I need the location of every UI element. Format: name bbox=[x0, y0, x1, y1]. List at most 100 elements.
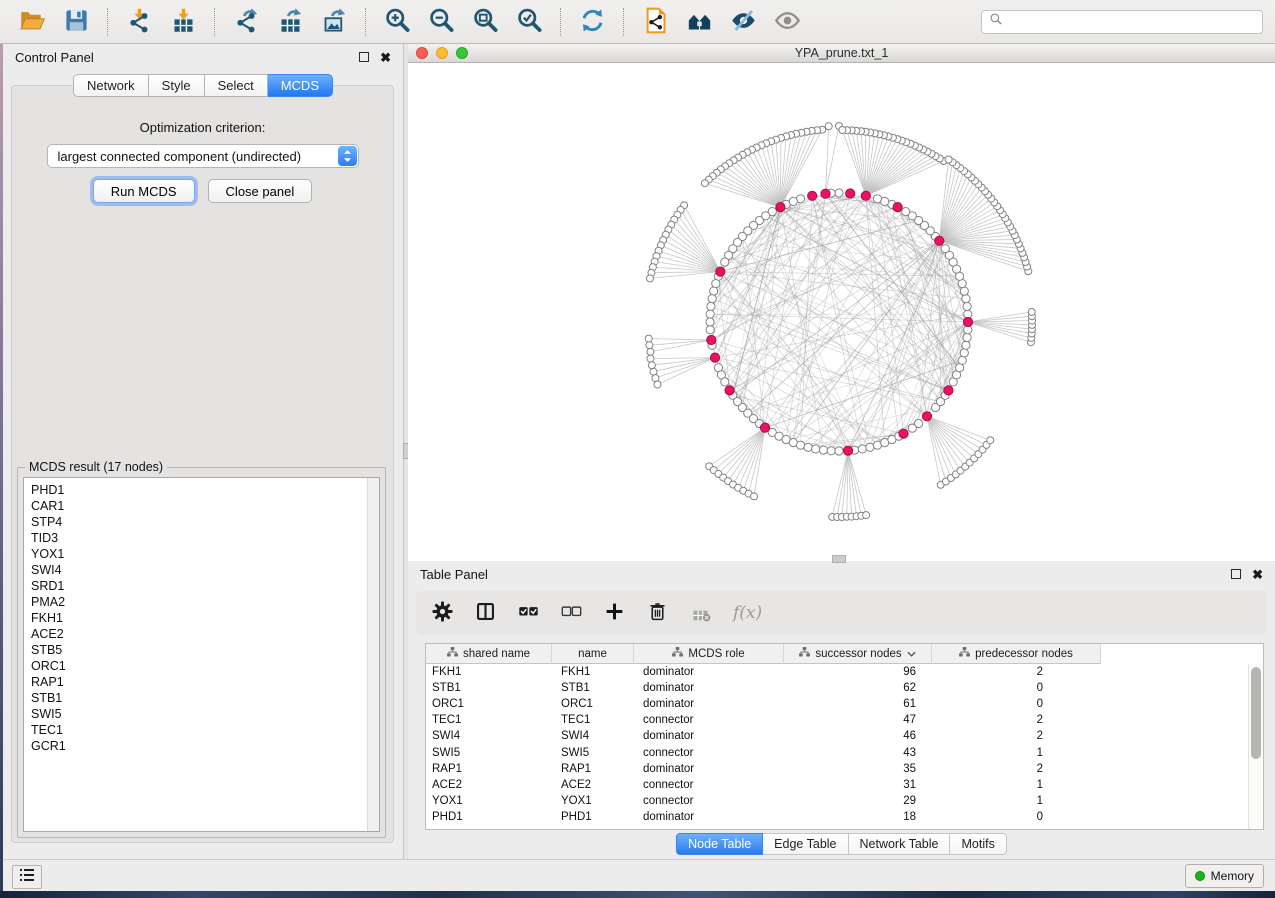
table-scrollbar[interactable] bbox=[1248, 664, 1263, 829]
mcds-result-item[interactable]: TID3 bbox=[31, 530, 365, 546]
table-row[interactable]: ORC1ORC1dominator610 bbox=[426, 696, 1263, 712]
mcds-result-item[interactable]: ORC1 bbox=[31, 658, 365, 674]
table-toolbar: f(x) bbox=[416, 591, 1267, 635]
table-cell: 43 bbox=[784, 747, 932, 759]
show-all-button[interactable] bbox=[767, 5, 807, 39]
search-box[interactable] bbox=[981, 10, 1263, 34]
table-cell: 18 bbox=[784, 811, 932, 823]
mcds-result-item[interactable]: PMA2 bbox=[31, 594, 365, 610]
tab-edge-table[interactable]: Edge Table bbox=[763, 833, 848, 855]
column-header-predecessor-nodes[interactable]: predecessor nodes bbox=[932, 644, 1101, 664]
mcds-result-item[interactable]: SWI4 bbox=[31, 562, 365, 578]
task-history-button[interactable] bbox=[12, 865, 42, 889]
memory-button[interactable]: Memory bbox=[1185, 864, 1264, 888]
search-input[interactable] bbox=[1008, 14, 1255, 30]
run-mcds-button[interactable]: Run MCDS bbox=[93, 179, 195, 203]
mcds-result-item[interactable]: CAR1 bbox=[31, 498, 365, 514]
add-row-button[interactable] bbox=[604, 601, 625, 625]
save-session-button[interactable] bbox=[56, 5, 96, 39]
tab-select[interactable]: Select bbox=[205, 74, 268, 97]
table-cell: PHD1 bbox=[552, 811, 634, 823]
hide-selected-button[interactable] bbox=[723, 5, 763, 39]
tab-mcds[interactable]: MCDS bbox=[268, 74, 333, 97]
zoom-selected-button[interactable] bbox=[509, 5, 549, 39]
horizontal-splitter-handle[interactable] bbox=[832, 555, 846, 563]
network-window-title: YPA_prune.txt_1 bbox=[408, 46, 1275, 60]
table-row[interactable]: YOX1YOX1connector291 bbox=[426, 793, 1263, 809]
apply-layout-button[interactable] bbox=[572, 5, 612, 39]
toolbar-separator bbox=[623, 8, 624, 36]
mcds-result-list[interactable]: PHD1CAR1STP4TID3YOX1SWI4SRD1PMA2FKH1ACE2… bbox=[23, 477, 380, 832]
mcds-result-item[interactable]: YOX1 bbox=[31, 546, 365, 562]
export-network-button[interactable] bbox=[226, 5, 266, 39]
table-cell: 1 bbox=[932, 779, 1101, 791]
close-panel-button[interactable]: Close panel bbox=[208, 179, 313, 203]
window-zoom-icon[interactable] bbox=[456, 47, 468, 59]
find-neighbors-button[interactable] bbox=[679, 5, 719, 39]
export-image-button[interactable] bbox=[314, 5, 354, 39]
mcds-result-item[interactable]: SRD1 bbox=[31, 578, 365, 594]
network-window-titlebar[interactable]: YPA_prune.txt_1 bbox=[408, 44, 1275, 63]
float-panel-icon[interactable] bbox=[359, 52, 369, 62]
optimization-criterion-select[interactable]: largest connected component (undirected) bbox=[47, 144, 359, 168]
float-table-panel-icon[interactable] bbox=[1231, 569, 1241, 579]
window-close-icon[interactable] bbox=[416, 47, 428, 59]
window-minimize-icon[interactable] bbox=[436, 47, 448, 59]
table-row[interactable]: FKH1FKH1dominator962 bbox=[426, 664, 1263, 680]
mcds-list-scrollbar[interactable] bbox=[367, 478, 379, 831]
export-table-button[interactable] bbox=[270, 5, 310, 39]
table-row[interactable]: ACE2ACE2connector311 bbox=[426, 777, 1263, 793]
table-row[interactable]: SWI4SWI4dominator462 bbox=[426, 728, 1263, 744]
close-table-panel-icon[interactable]: ✖ bbox=[1252, 568, 1263, 581]
tab-motifs[interactable]: Motifs bbox=[950, 833, 1006, 855]
tab-style[interactable]: Style bbox=[149, 74, 205, 97]
table-cell: STB1 bbox=[552, 682, 634, 694]
table-row[interactable]: STB1STB1dominator620 bbox=[426, 680, 1263, 696]
table-row[interactable]: RAP1RAP1dominator352 bbox=[426, 761, 1263, 777]
new-network-from-selection-button[interactable] bbox=[635, 5, 675, 39]
mcds-result-item[interactable]: TEC1 bbox=[31, 722, 365, 738]
mcds-result-item[interactable]: ACE2 bbox=[31, 626, 365, 642]
mcds-result-item[interactable]: GCR1 bbox=[31, 738, 365, 754]
column-header-name[interactable]: name bbox=[552, 644, 634, 664]
mcds-result-item[interactable]: RAP1 bbox=[31, 674, 365, 690]
network-view-window: YPA_prune.txt_1 bbox=[408, 44, 1275, 561]
select-all-rows-button[interactable] bbox=[518, 601, 539, 625]
add-row-icon bbox=[604, 601, 625, 625]
function-builder-icon: f(x) bbox=[733, 603, 762, 623]
mcds-result-item[interactable]: STP4 bbox=[31, 514, 365, 530]
column-header-MCDS-role[interactable]: MCDS role bbox=[634, 644, 784, 664]
show-columns-button[interactable] bbox=[475, 601, 496, 625]
node-table-header: shared namenameMCDS rolesuccessor nodesp… bbox=[426, 644, 1263, 664]
mcds-result-item[interactable]: FKH1 bbox=[31, 610, 365, 626]
mcds-result-item[interactable]: STB5 bbox=[31, 642, 365, 658]
zoom-fit-content-button[interactable] bbox=[465, 5, 505, 39]
table-row[interactable]: SWI5SWI5connector431 bbox=[426, 744, 1263, 760]
tab-network[interactable]: Network bbox=[73, 74, 149, 97]
table-scrollbar-thumb[interactable] bbox=[1251, 667, 1261, 759]
table-row[interactable]: PHD1PHD1dominator180 bbox=[426, 809, 1263, 825]
import-network-button[interactable] bbox=[119, 5, 159, 39]
table-cell: FKH1 bbox=[426, 666, 552, 678]
deselect-all-rows-button[interactable] bbox=[561, 601, 582, 625]
mcds-result-item[interactable]: SWI5 bbox=[31, 706, 365, 722]
table-cell: 2 bbox=[932, 763, 1101, 775]
tab-node-table[interactable]: Node Table bbox=[676, 833, 763, 855]
network-canvas[interactable] bbox=[408, 63, 1275, 561]
control-panel: Control Panel ✖ NetworkStyleSelectMCDS O… bbox=[3, 44, 403, 860]
import-table-button[interactable] bbox=[163, 5, 203, 39]
delete-rows-button[interactable] bbox=[647, 601, 668, 625]
open-file-button[interactable] bbox=[12, 5, 52, 39]
table-settings-button[interactable] bbox=[432, 601, 453, 625]
zoom-out-button[interactable] bbox=[421, 5, 461, 39]
table-row[interactable]: TEC1TEC1connector472 bbox=[426, 712, 1263, 728]
hide-selected-icon bbox=[730, 7, 757, 37]
mcds-result-item[interactable]: STB1 bbox=[31, 690, 365, 706]
zoom-in-button[interactable] bbox=[377, 5, 417, 39]
toolbar-group bbox=[377, 5, 549, 39]
mcds-result-item[interactable]: PHD1 bbox=[31, 482, 365, 498]
column-header-successor-nodes[interactable]: successor nodes bbox=[784, 644, 932, 664]
tab-network-table[interactable]: Network Table bbox=[849, 833, 951, 855]
close-panel-icon[interactable]: ✖ bbox=[380, 51, 391, 64]
column-header-shared-name[interactable]: shared name bbox=[426, 644, 552, 664]
